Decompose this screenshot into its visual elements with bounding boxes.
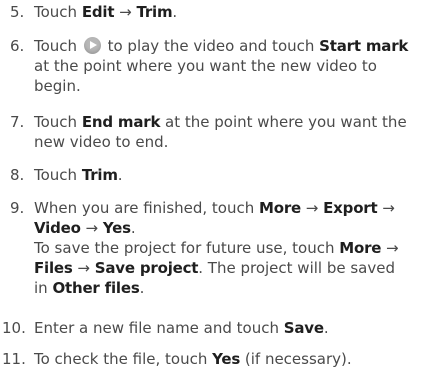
text-run: to play the video and touch [102, 37, 320, 55]
text-run: . [117, 166, 123, 184]
play-icon [83, 37, 101, 54]
text-line: Touch Trim. [34, 165, 432, 185]
text-run: → [72, 259, 95, 277]
ui-term: Video [34, 219, 81, 237]
ui-term: Other files [52, 279, 140, 297]
step-text: Touch Edit → Trim. [34, 2, 432, 22]
text-line: To save the project for future use, touc… [34, 238, 432, 258]
instruction-page: 5. Touch Edit → Trim. 6. Touch to play t… [0, 0, 438, 370]
text-line: Touch to play the video and touch Start … [34, 36, 432, 56]
text-run: To check the file, touch [34, 350, 213, 368]
text-line: new video to end. [34, 132, 432, 152]
text-line: Enter a new file name and touch Save. [34, 318, 432, 338]
step-text: Touch End mark at the point where you wa… [34, 112, 432, 152]
step-text: Touch Trim. [34, 165, 432, 185]
text-run: . [130, 219, 136, 237]
ui-term: Trim [136, 3, 173, 21]
step-number: 11. [2, 350, 26, 368]
text-run: → [381, 239, 399, 257]
text-run: When you are finished, touch [34, 199, 260, 217]
ui-term: More [259, 199, 302, 217]
step-text: Touch to play the video and touch Start … [34, 36, 432, 96]
ui-term: Export [323, 199, 378, 217]
text-line: at the point where you want the new vide… [34, 56, 432, 76]
text-run: Touch [34, 37, 82, 55]
text-line: To check the file, touch Yes (if necessa… [34, 349, 432, 369]
text-run: Touch [34, 166, 82, 184]
text-run: . [323, 319, 329, 337]
text-run: → [114, 3, 137, 21]
text-line: Touch Edit → Trim. [34, 2, 432, 22]
text-run: in [34, 279, 53, 297]
text-run: at the point where you want the [160, 113, 407, 131]
step-number: 8. [10, 166, 25, 184]
text-run: → [80, 219, 103, 237]
ui-term: Yes [212, 350, 241, 368]
ui-term: More [339, 239, 382, 257]
text-run: → [377, 199, 395, 217]
text-line: Video → Yes. [34, 218, 432, 238]
ui-term: Save [283, 319, 324, 337]
ui-term: Yes [102, 219, 131, 237]
text-run: . [139, 279, 145, 297]
text-line: When you are finished, touch More → Expo… [34, 198, 432, 218]
ui-term: Save project [94, 259, 199, 277]
text-run: new video to end. [34, 133, 169, 151]
step-number: 7. [10, 113, 25, 131]
text-run: To save the project for future use, touc… [34, 239, 340, 257]
text-run: at the point where you want the new vide… [34, 57, 377, 75]
text-run: Touch [34, 3, 82, 21]
text-run: → [301, 199, 324, 217]
step-number: 5. [10, 3, 25, 21]
text-line: begin. [34, 76, 432, 96]
text-run: Enter a new file name and touch [34, 319, 284, 337]
text-run: . The project will be saved [198, 259, 395, 277]
ui-term: Files [34, 259, 73, 277]
step-text: To check the file, touch Yes (if necessa… [34, 349, 432, 369]
ui-term: Trim [81, 166, 118, 184]
text-run: Touch [34, 113, 82, 131]
ui-term: Start mark [319, 37, 409, 55]
text-line: in Other files. [34, 278, 432, 298]
step-text: Enter a new file name and touch Save. [34, 318, 432, 338]
step-number: 10. [2, 319, 26, 337]
text-run: begin. [34, 77, 81, 95]
ui-term: End mark [81, 113, 161, 131]
text-line: Touch End mark at the point where you wa… [34, 112, 432, 132]
step-number: 6. [10, 37, 25, 55]
text-run: . [172, 3, 178, 21]
step-number: 9. [10, 199, 25, 217]
step-text: When you are finished, touch More → Expo… [34, 198, 432, 298]
text-run: (if necessary). [240, 350, 352, 368]
text-line: Files → Save project. The project will b… [34, 258, 432, 278]
ui-term: Edit [81, 3, 115, 21]
